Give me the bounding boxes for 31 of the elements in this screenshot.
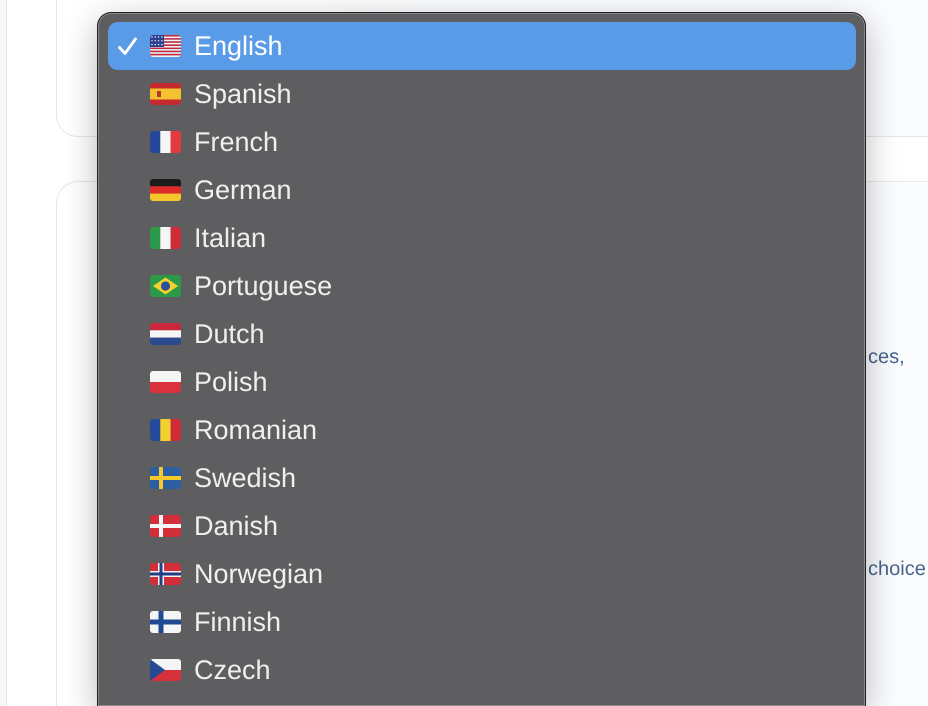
finland-flag-icon [150, 611, 181, 633]
language-option[interactable]: German [108, 166, 856, 214]
poland-flag-icon [150, 371, 181, 393]
description-text: ces, [868, 345, 905, 370]
language-option[interactable]: Portuguese [108, 262, 856, 310]
language-option[interactable]: Swedish [108, 454, 856, 502]
czechia-flag-icon [150, 659, 181, 681]
language-option[interactable]: Finnish [108, 598, 856, 646]
spain-flag-icon [150, 83, 181, 105]
denmark-flag-icon [150, 515, 181, 537]
description-text: choice [868, 557, 926, 582]
language-option[interactable]: English [108, 22, 856, 70]
brazil-flag-icon [150, 275, 181, 297]
language-option[interactable]: Spanish [108, 70, 856, 118]
language-option[interactable]: Romanian [108, 406, 856, 454]
sweden-flag-icon [150, 467, 181, 489]
language-option[interactable]: Italian [108, 214, 856, 262]
usa-flag-icon [150, 35, 181, 57]
language-option[interactable]: Norwegian [108, 550, 856, 598]
language-option[interactable]: Polish [108, 358, 856, 406]
netherlands-flag-icon [150, 323, 181, 345]
language-option[interactable]: Dutch [108, 310, 856, 358]
language-option[interactable]: French [108, 118, 856, 166]
italy-flag-icon [150, 227, 181, 249]
romania-flag-icon [150, 419, 181, 441]
language-option[interactable]: Czech [108, 646, 856, 694]
germany-flag-icon [150, 179, 181, 201]
check-icon [118, 36, 137, 56]
language-option[interactable]: Danish [108, 502, 856, 550]
norway-flag-icon [150, 563, 181, 585]
france-flag-icon [150, 131, 181, 153]
